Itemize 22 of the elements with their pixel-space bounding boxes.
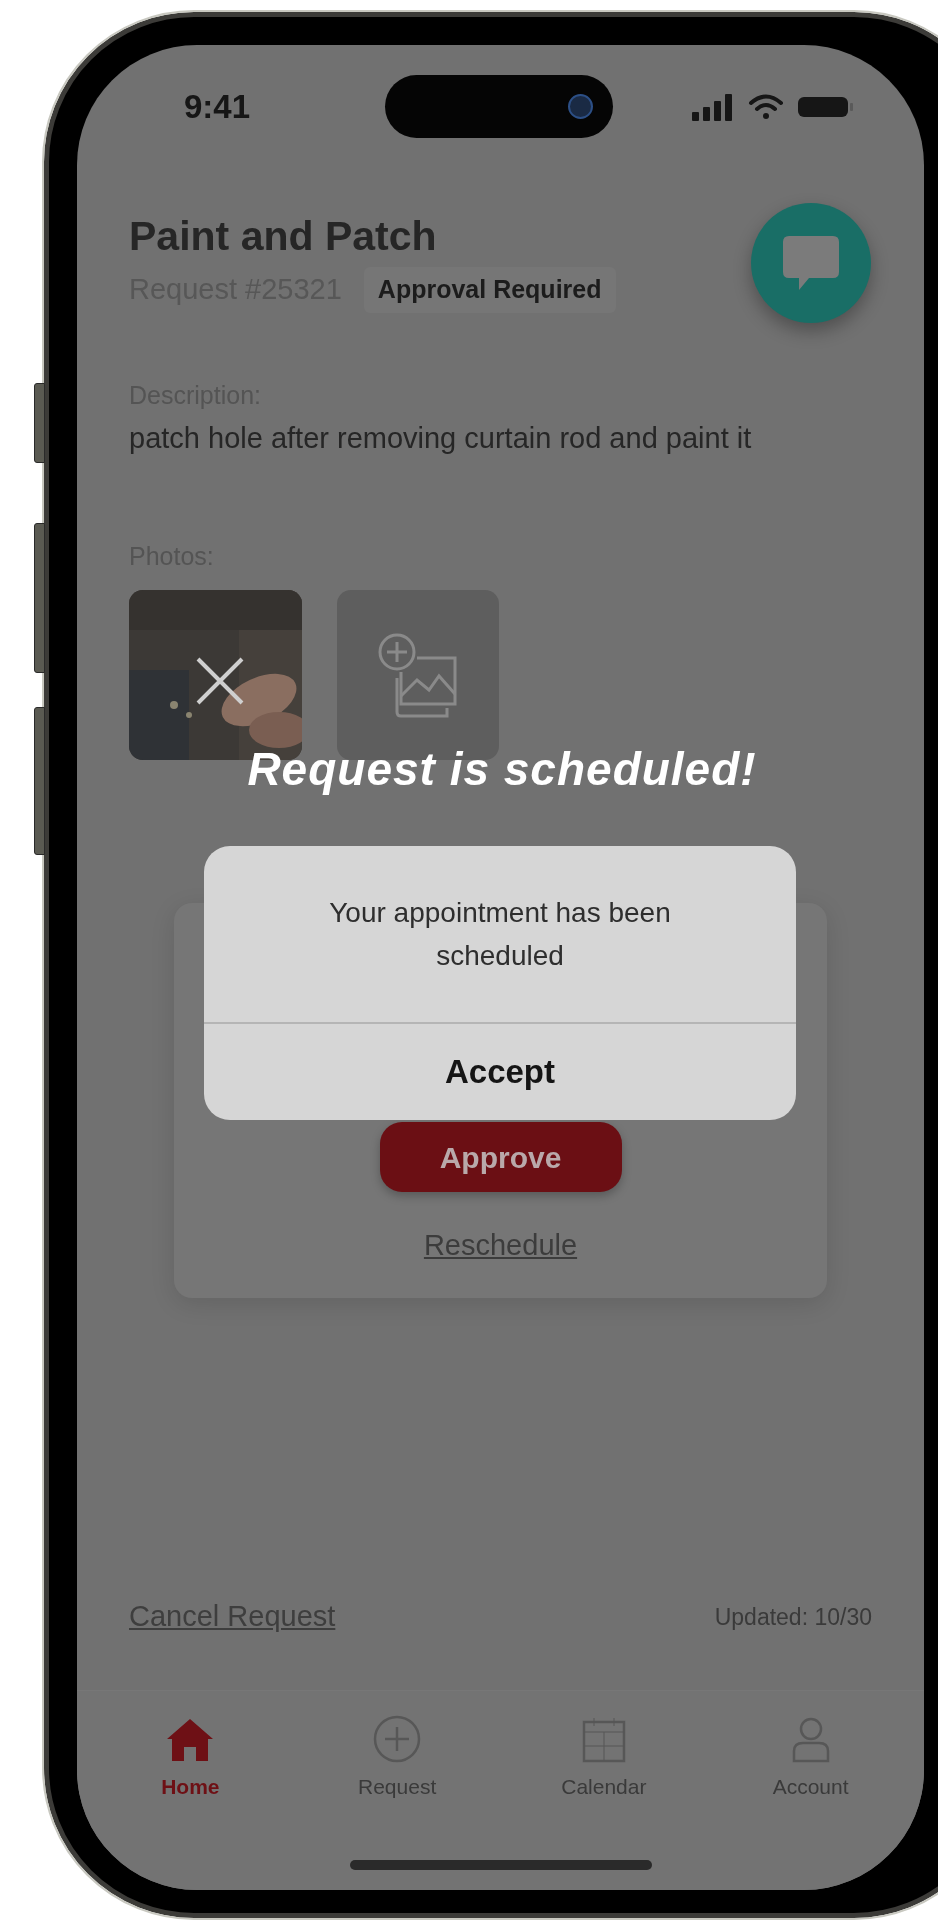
status-badge: Approval Required: [363, 267, 616, 313]
alert-message: Your appointment has been scheduled: [328, 896, 672, 973]
description-text: patch hole after removing curtain rod and paint it: [129, 420, 753, 456]
add-image-icon: [377, 631, 459, 718]
tab-item[interactable]: Account: [735, 1713, 886, 1803]
status-time: 9:41: [184, 87, 251, 128]
tab-item[interactable]: Calendar: [528, 1713, 679, 1803]
accept-button[interactable]: Accept: [204, 1022, 796, 1120]
battery-icon: [798, 95, 854, 119]
tab-item[interactable]: Request: [322, 1713, 473, 1803]
updated-date: Updated: 10/30: [714, 1602, 872, 1632]
wifi-icon: [748, 93, 784, 121]
tab-item[interactable]: Home: [115, 1713, 266, 1803]
signal-icon: [692, 93, 734, 121]
person-icon: [790, 1717, 831, 1763]
reschedule-link[interactable]: Reschedule: [423, 1224, 578, 1268]
calendar-icon: [581, 1717, 626, 1763]
request-title: Paint and Patch: [129, 212, 437, 262]
plus-circle-icon: [373, 1715, 422, 1763]
scheduled-message: Request is scheduled!: [246, 742, 758, 797]
approve-button[interactable]: Approve: [379, 1122, 622, 1192]
chat-bubble-icon: [781, 234, 841, 292]
